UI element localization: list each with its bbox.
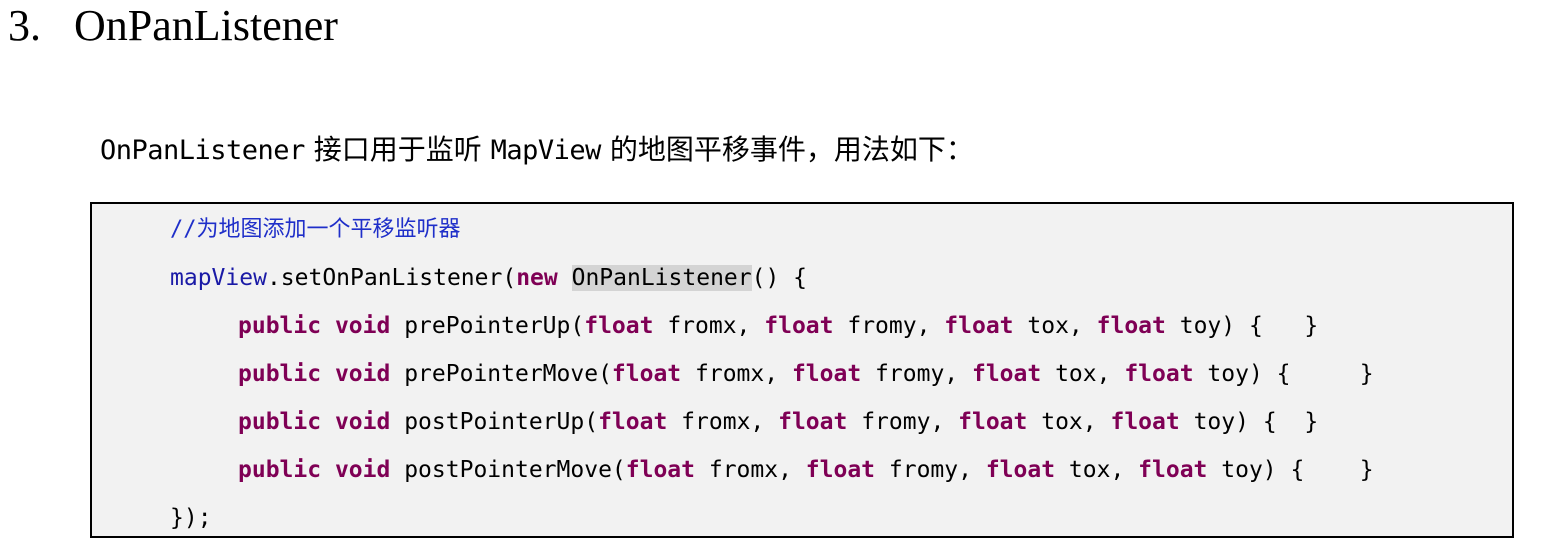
keyword-float: float — [598, 409, 668, 435]
keyword-float: float — [1138, 457, 1208, 483]
keyword-float: float — [611, 361, 682, 387]
method-name: prePointerMove( — [404, 361, 612, 387]
param-name: fromx, — [681, 361, 792, 387]
code-method-line: public void prePointerUp(float fromx, fl… — [238, 308, 1318, 344]
intro-class-name: OnPanListener — [100, 135, 305, 166]
code-tail: () { — [751, 265, 807, 291]
keyword-void: void — [334, 457, 391, 483]
param-name: toy) { } — [1179, 409, 1319, 435]
param-name: fromx, — [653, 313, 765, 339]
keyword-new: new — [516, 265, 558, 291]
code-closing-line: }); — [170, 505, 212, 531]
intro-view-name: MapView — [490, 135, 602, 166]
keyword-public: public — [238, 409, 322, 435]
keyword-float: float — [958, 409, 1028, 435]
code-block: //为地图添加一个平移监听器 mapView.setOnPanListener(… — [90, 202, 1514, 538]
keyword-public: public — [238, 313, 322, 339]
keyword-float: float — [791, 361, 862, 387]
intro-text-part1: 接口用于监听 — [304, 133, 491, 166]
param-name: fromy, — [875, 457, 986, 483]
method-name: prePointerUp( — [404, 313, 585, 339]
section-heading: 3. OnPanListener — [8, 0, 338, 52]
keyword-float: float — [764, 313, 834, 339]
keyword-float: float — [944, 313, 1014, 339]
comment-prefix: // — [170, 217, 197, 242]
param-name: fromx, — [667, 409, 779, 435]
keyword-float: float — [985, 457, 1056, 483]
param-name: toy) { } — [1193, 361, 1374, 387]
code-call: .setOnPanListener( — [266, 265, 517, 291]
param-name: fromy, — [861, 361, 972, 387]
keyword-void: void — [334, 361, 391, 387]
highlighted-type: OnPanListener — [571, 265, 752, 291]
comment-text: 为地图添加一个平移监听器 — [196, 217, 461, 242]
param-name: tox, — [1055, 457, 1139, 483]
method-name: postPointerMove( — [404, 457, 626, 483]
code-receiver: mapView — [170, 265, 267, 291]
param-name: toy) { } — [1165, 313, 1319, 339]
code-method-line: public void postPointerMove(float fromx,… — [238, 452, 1374, 488]
keyword-void: void — [334, 313, 391, 339]
keyword-float: float — [584, 313, 654, 339]
intro-text-part2: 的地图平移事件，用法如下： — [600, 133, 974, 166]
param-name: tox, — [1041, 361, 1125, 387]
keyword-public: public — [238, 457, 322, 483]
param-name: tox, — [1013, 313, 1097, 339]
code-comment-line: //为地图添加一个平移监听器 — [170, 212, 461, 248]
keyword-float: float — [625, 457, 696, 483]
code-method-line: public void prePointerMove(float fromx, … — [238, 356, 1374, 392]
code-line-set-listener: mapView.setOnPanListener(new OnPanListen… — [170, 260, 807, 296]
keyword-float: float — [1096, 313, 1166, 339]
keyword-float: float — [971, 361, 1042, 387]
intro-paragraph: OnPanListener 接口用于监听 MapView 的地图平移事件，用法如… — [100, 128, 974, 172]
param-name: fromx, — [695, 457, 806, 483]
keyword-void: void — [334, 409, 391, 435]
keyword-float: float — [1124, 361, 1194, 387]
section-title: OnPanListener — [74, 1, 338, 50]
section-number: 3. — [8, 1, 41, 50]
param-name: tox, — [1027, 409, 1111, 435]
method-name: postPointerUp( — [404, 409, 599, 435]
param-name: fromy, — [833, 313, 945, 339]
keyword-float: float — [778, 409, 848, 435]
keyword-float: float — [1110, 409, 1180, 435]
keyword-public: public — [238, 361, 322, 387]
param-name: fromy, — [847, 409, 959, 435]
code-method-line: public void postPointerUp(float fromx, f… — [238, 404, 1318, 440]
keyword-float: float — [805, 457, 876, 483]
param-name: toy) { } — [1207, 457, 1374, 483]
